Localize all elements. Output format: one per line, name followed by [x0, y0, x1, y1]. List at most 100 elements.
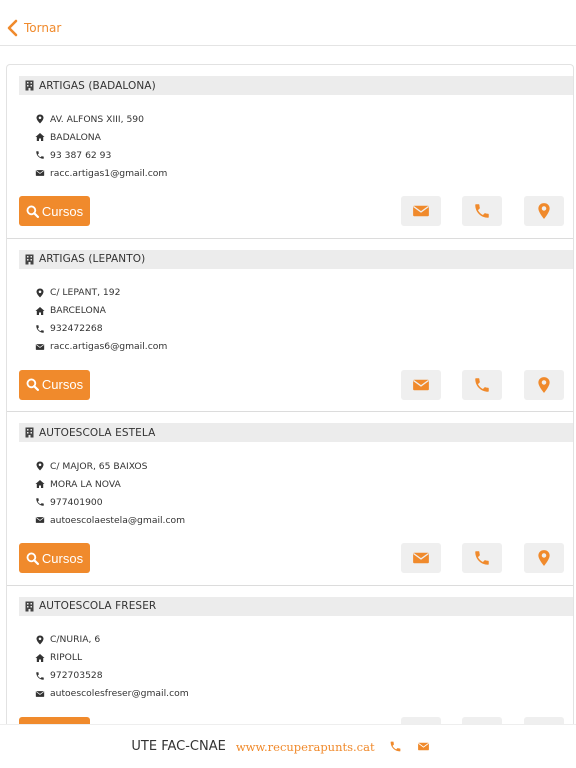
cursos-button[interactable]: Cursos: [19, 369, 90, 400]
phone-row: 932472268: [35, 320, 167, 338]
cursos-button[interactable]: Cursos: [19, 543, 90, 573]
school-info: C/ LEPANT, 192 BARCELONA 932472268 racc.art…: [35, 284, 167, 356]
chevron-left-icon: [7, 19, 18, 37]
cursos-button[interactable]: Cursos: [19, 716, 90, 724]
footer-website-link[interactable]: www.recuperapunts.cat: [236, 740, 375, 754]
footer: UTE FAC-CNAE www.recuperapunts.cat: [0, 724, 576, 768]
school-name-bar: AUTOESCOLA FRESER: [19, 596, 573, 616]
building-icon: [25, 601, 39, 612]
cursos-label: Cursos: [41, 377, 84, 392]
envelope-icon: [35, 689, 45, 699]
school-name: ARTIGAS (BADALONA): [39, 79, 156, 92]
address-text: AV. ALFONS XIII, 590: [50, 113, 144, 125]
email-action-button[interactable]: [401, 369, 441, 400]
back-button[interactable]: Tornar: [6, 19, 61, 37]
school-info: C/NURIA, 6 RIPOLL 972703528 autoescolesfres…: [35, 631, 189, 703]
email-row: racc.artigas6@gmail.com: [35, 338, 167, 356]
cursos-label: Cursos: [41, 550, 84, 566]
address-text: C/ MAJOR, 65 BAIXOS: [50, 460, 148, 472]
address-text: C/NURIA, 6: [50, 634, 101, 645]
top-bar: Tornar: [0, 0, 576, 46]
building-icon: [25, 80, 39, 91]
cursos-label: Cursos: [41, 203, 84, 219]
city-text: BARCELONA: [50, 305, 106, 316]
email-action-button[interactable]: [401, 196, 441, 226]
phone-icon: [473, 202, 491, 220]
city-text: BADALONA: [50, 131, 101, 143]
phone-icon: [473, 549, 491, 567]
city-text: RIPOLL: [50, 652, 83, 663]
phone-text: 93 387 62 93: [50, 149, 112, 161]
home-icon: [35, 306, 45, 316]
school-card: ARTIGAS (LEPANTO) C/ LEPANT, 192 BARCELONA…: [7, 239, 573, 412]
school-name: AUTOESCOLA ESTELA: [39, 426, 156, 439]
call-action-button[interactable]: [462, 369, 502, 400]
envelope-icon: [35, 168, 45, 178]
home-icon: [35, 653, 45, 663]
cursos-button[interactable]: Cursos: [19, 196, 90, 226]
address-row: C/ MAJOR, 65 BAIXOS: [35, 457, 185, 475]
call-action-button[interactable]: [462, 716, 502, 724]
school-card: AUTOESCOLA ESTELA C/ MAJOR, 65 BAIXOS MORA…: [7, 412, 573, 586]
map-marker-icon: [35, 288, 45, 298]
email-row: autoescolesfreser@gmail.com: [35, 685, 189, 703]
city-row: RIPOLL: [35, 649, 189, 667]
footer-brand: UTE FAC-CNAE: [131, 739, 226, 754]
footer-email-icon[interactable]: [417, 740, 431, 754]
email-row: racc.artigas1@gmail.com: [35, 164, 167, 182]
envelope-icon: [35, 342, 45, 352]
call-action-button[interactable]: [462, 196, 502, 226]
school-name-bar: ARTIGAS (LEPANTO): [19, 249, 573, 269]
email-text: racc.artigas1@gmail.com: [50, 167, 168, 179]
map-marker-icon: [535, 202, 553, 220]
phone-icon: [35, 324, 45, 334]
phone-row: 93 387 62 93: [35, 146, 167, 164]
map-action-button[interactable]: [524, 196, 564, 226]
map-marker-icon: [535, 549, 553, 567]
address-text: C/ LEPANT, 192: [50, 287, 121, 298]
home-icon: [35, 479, 45, 489]
school-name-bar: AUTOESCOLA ESTELA: [19, 423, 573, 442]
city-row: BARCELONA: [35, 302, 167, 320]
address-row: C/NURIA, 6: [35, 631, 189, 649]
school-name: ARTIGAS (LEPANTO): [39, 253, 146, 265]
envelope-icon: [412, 376, 430, 394]
footer-phone-icon[interactable]: [389, 740, 403, 754]
envelope-icon: [412, 549, 430, 567]
email-action-button[interactable]: [401, 716, 441, 724]
city-row: MORA LA NOVA: [35, 475, 185, 493]
city-row: BADALONA: [35, 128, 167, 146]
phone-text: 972703528: [50, 670, 103, 681]
back-label: Tornar: [24, 21, 62, 35]
map-action-button[interactable]: [524, 369, 564, 400]
envelope-icon: [412, 202, 430, 220]
call-action-button[interactable]: [462, 543, 502, 573]
building-icon: [25, 254, 39, 265]
search-icon: [26, 205, 42, 218]
search-icon: [26, 552, 42, 565]
search-icon: [26, 378, 42, 391]
home-icon: [35, 132, 45, 142]
email-action-button[interactable]: [401, 543, 441, 573]
phone-icon: [35, 671, 45, 681]
phone-icon: [35, 497, 45, 507]
school-name-bar: ARTIGAS (BADALONA): [19, 76, 573, 95]
email-text: autoescolesfreser@gmail.com: [50, 688, 189, 699]
email-text: autoescolaestela@gmail.com: [50, 514, 186, 526]
school-info: AV. ALFONS XIII, 590 BADALONA 93 387 62 93…: [35, 110, 167, 182]
school-list[interactable]: ARTIGAS (BADALONA) AV. ALFONS XIII, 590 BA…: [6, 64, 574, 724]
envelope-icon: [35, 515, 45, 525]
map-marker-icon: [35, 461, 45, 471]
map-action-button[interactable]: [524, 716, 564, 724]
map-action-button[interactable]: [524, 543, 564, 573]
map-marker-icon: [35, 114, 45, 124]
address-row: AV. ALFONS XIII, 590: [35, 110, 167, 128]
email-text: racc.artigas6@gmail.com: [50, 341, 168, 352]
phone-text: 977401900: [50, 496, 103, 508]
school-info: C/ MAJOR, 65 BAIXOS MORA LA NOVA 977401900…: [35, 457, 185, 529]
building-icon: [25, 427, 39, 438]
school-card: AUTOESCOLA FRESER C/NURIA, 6 RIPOLL 9727035…: [7, 586, 573, 724]
school-card: ARTIGAS (BADALONA) AV. ALFONS XIII, 590 BA…: [7, 65, 573, 239]
map-marker-icon: [535, 376, 553, 394]
address-row: C/ LEPANT, 192: [35, 284, 167, 302]
